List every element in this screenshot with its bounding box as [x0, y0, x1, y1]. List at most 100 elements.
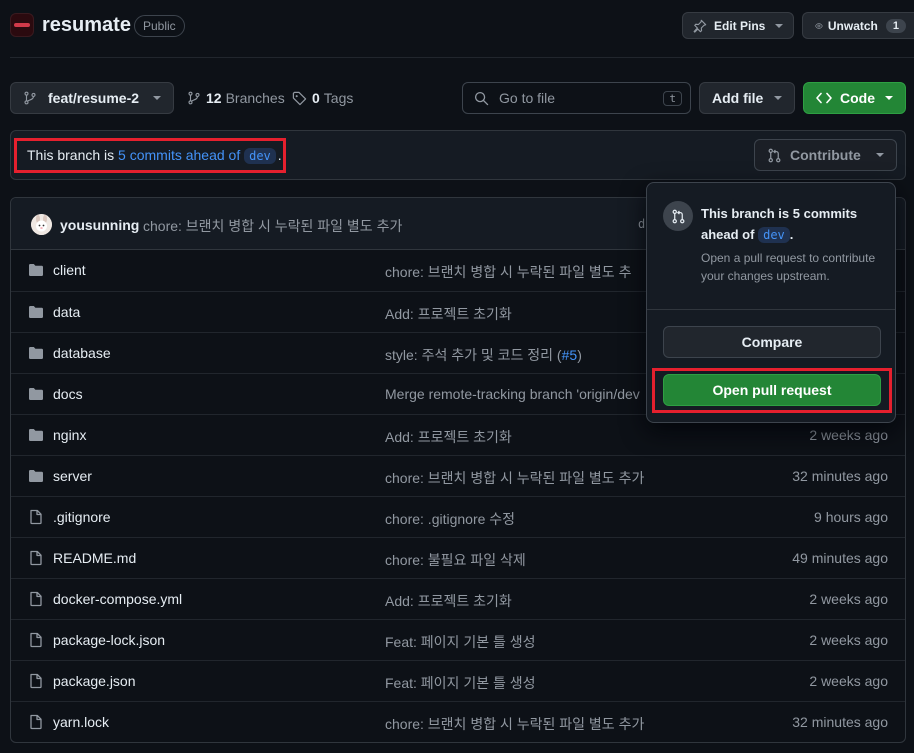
git-pull-request-icon	[768, 148, 781, 162]
commit-hash[interactable]: d	[638, 217, 645, 231]
pr-icon-badge	[663, 201, 693, 231]
tags-link[interactable]: 0 Tags	[292, 90, 353, 106]
branch-selector[interactable]: feat/resume-2	[10, 82, 174, 114]
commits-ahead-link[interactable]: 5 commits ahead of dev	[118, 147, 276, 164]
pin-icon	[693, 19, 707, 33]
chevron-down-icon	[885, 96, 893, 100]
commit-message-tail: )	[577, 347, 582, 363]
table-row[interactable]: package-lock.json Feat: 페이지 기본 틀 생성 2 week…	[11, 619, 905, 660]
edit-pins-button[interactable]: Edit Pins	[682, 12, 795, 39]
edit-pins-label: Edit Pins	[714, 18, 766, 33]
commit-message-text: Add: 프로젝트 초기화	[385, 429, 512, 445]
commit-message-text: Add: 프로젝트 초기화	[385, 593, 512, 609]
file-name-link[interactable]: .gitignore	[53, 509, 111, 525]
file-commit-message[interactable]: chore: 불필요 파일 삭제	[385, 550, 526, 570]
commit-author[interactable]: yousunning	[60, 217, 139, 233]
table-row[interactable]: docker-compose.yml Add: 프로젝트 초기화 2 weeks a…	[11, 578, 905, 619]
file-name-link[interactable]: yarn.lock	[53, 714, 109, 730]
base-branch-chip: dev	[758, 227, 790, 243]
file-name-link[interactable]: server	[53, 468, 92, 484]
file-name-link[interactable]: database	[53, 345, 111, 361]
avatar[interactable]	[31, 214, 52, 235]
table-row[interactable]: package.json Feat: 페이지 기본 틀 생성 2 weeks ago	[11, 660, 905, 701]
commit-message-text: Merge remote-tracking branch 'origin/dev	[385, 386, 640, 402]
chevron-down-icon	[153, 96, 161, 100]
git-pull-request-icon	[672, 209, 684, 223]
file-commit-message[interactable]: Add: 프로젝트 초기화	[385, 427, 512, 447]
file-name-link[interactable]: package.json	[53, 673, 136, 689]
git-branch-icon	[24, 91, 36, 105]
file-name-link[interactable]: docs	[53, 386, 83, 402]
folder-icon	[28, 427, 44, 443]
visibility-badge: Public	[134, 15, 185, 37]
compare-button[interactable]: Compare	[663, 326, 881, 358]
base-branch-chip: dev	[244, 148, 276, 164]
commit-message-text: chore: 브랜치 병합 시 누락된 파일 별도 추가	[385, 716, 645, 732]
file-name-link[interactable]: docker-compose.yml	[53, 591, 182, 607]
file-name-link[interactable]: client	[53, 262, 86, 278]
watch-count: 1	[885, 18, 906, 33]
file-commit-message[interactable]: Feat: 페이지 기본 틀 생성	[385, 632, 536, 652]
commit-message[interactable]: chore: 브랜치 병합 시 누락된 파일 별도 추가	[143, 216, 402, 236]
branches-label: Branches	[225, 90, 285, 106]
file-commit-message[interactable]: chore: 브랜치 병합 시 누락된 파일 별도 추가	[385, 714, 644, 734]
file-commit-message[interactable]: style: 주석 추가 및 코드 정리 (#5)	[385, 345, 582, 365]
tag-icon	[292, 91, 307, 105]
commit-message-text: chore: .gitignore 수정	[385, 511, 516, 527]
file-updated-time: 2 weeks ago	[809, 673, 888, 689]
branches-count: 12	[206, 90, 222, 106]
add-file-button[interactable]: Add file	[699, 82, 795, 114]
branch-status-text: This branch is 5 commits ahead of dev.	[27, 147, 282, 164]
file-commit-message[interactable]: Merge remote-tracking branch 'origin/dev	[385, 386, 640, 402]
notice-prefix: This branch is	[27, 147, 115, 163]
file-commit-message[interactable]: Feat: 페이지 기본 틀 생성	[385, 673, 536, 693]
go-to-file-input[interactable]: Go to file t	[462, 82, 691, 114]
file-name-link[interactable]: data	[53, 304, 80, 320]
code-label: Code	[840, 90, 875, 106]
chevron-down-icon	[774, 96, 782, 100]
table-row[interactable]: server chore: 브랜치 병합 시 누락된 파일 별도 추가 32 min…	[11, 455, 905, 496]
code-button[interactable]: Code	[803, 82, 906, 114]
file-updated-time: 32 minutes ago	[792, 714, 888, 730]
open-pull-request-button[interactable]: Open pull request	[663, 374, 881, 406]
keyboard-shortcut-hint: t	[663, 90, 682, 106]
folder-icon	[28, 304, 44, 320]
commit-message-text: chore: 브랜치 병합 시 누락된 파일 별도 추가	[385, 470, 645, 486]
popover-description: Open a pull request to contribute your c…	[701, 251, 876, 283]
table-row[interactable]: .gitignore chore: .gitignore 수정 9 hours ag…	[11, 496, 905, 537]
pull-request-link[interactable]: #5	[562, 347, 578, 363]
commit-message-text: Add: 프로젝트 초기화	[385, 306, 512, 322]
file-icon	[28, 550, 44, 566]
search-icon	[474, 91, 489, 105]
file-name-link[interactable]: nginx	[53, 427, 86, 443]
file-name-link[interactable]: package-lock.json	[53, 632, 165, 648]
repo-name[interactable]: resumate	[42, 14, 131, 37]
file-updated-time: 2 weeks ago	[809, 591, 888, 607]
commit-message-text: Feat: 페이지 기본 틀 생성	[385, 675, 536, 691]
search-placeholder: Go to file	[499, 90, 556, 106]
chevron-down-icon	[876, 153, 884, 157]
file-updated-time: 9 hours ago	[814, 509, 888, 525]
popover-title-suffix: .	[789, 227, 794, 242]
repo-avatar[interactable]	[10, 13, 34, 37]
commit-message-text: Feat: 페이지 기본 틀 생성	[385, 634, 536, 650]
file-commit-message[interactable]: chore: 브랜치 병합 시 누락된 파일 별도 추	[385, 262, 631, 282]
branch-name: feat/resume-2	[48, 90, 140, 106]
file-icon	[28, 673, 44, 689]
commit-message-text: chore: 브랜치 병합 시 누락된 파일 별도 추	[385, 264, 632, 280]
table-row[interactable]: yarn.lock chore: 브랜치 병합 시 누락된 파일 별도 추가 32 …	[11, 701, 905, 742]
file-name-link[interactable]: README.md	[53, 550, 136, 566]
file-commit-message[interactable]: chore: 브랜치 병합 시 누락된 파일 별도 추가	[385, 468, 644, 488]
eye-icon	[815, 22, 823, 29]
contribute-button[interactable]: Contribute	[754, 139, 897, 171]
branches-link[interactable]: 12 Branches	[187, 90, 285, 106]
header-divider	[10, 57, 914, 58]
table-row[interactable]: README.md chore: 불필요 파일 삭제 49 minutes ago	[11, 537, 905, 578]
git-branch-icon	[188, 91, 200, 105]
unwatch-label: Unwatch	[827, 18, 878, 33]
file-commit-message[interactable]: Add: 프로젝트 초기화	[385, 304, 512, 324]
file-commit-message[interactable]: Add: 프로젝트 초기화	[385, 591, 512, 611]
commit-message-text: chore: 불필요 파일 삭제	[385, 552, 526, 568]
file-commit-message[interactable]: chore: .gitignore 수정	[385, 509, 515, 529]
unwatch-button[interactable]: Unwatch 1	[802, 12, 914, 39]
